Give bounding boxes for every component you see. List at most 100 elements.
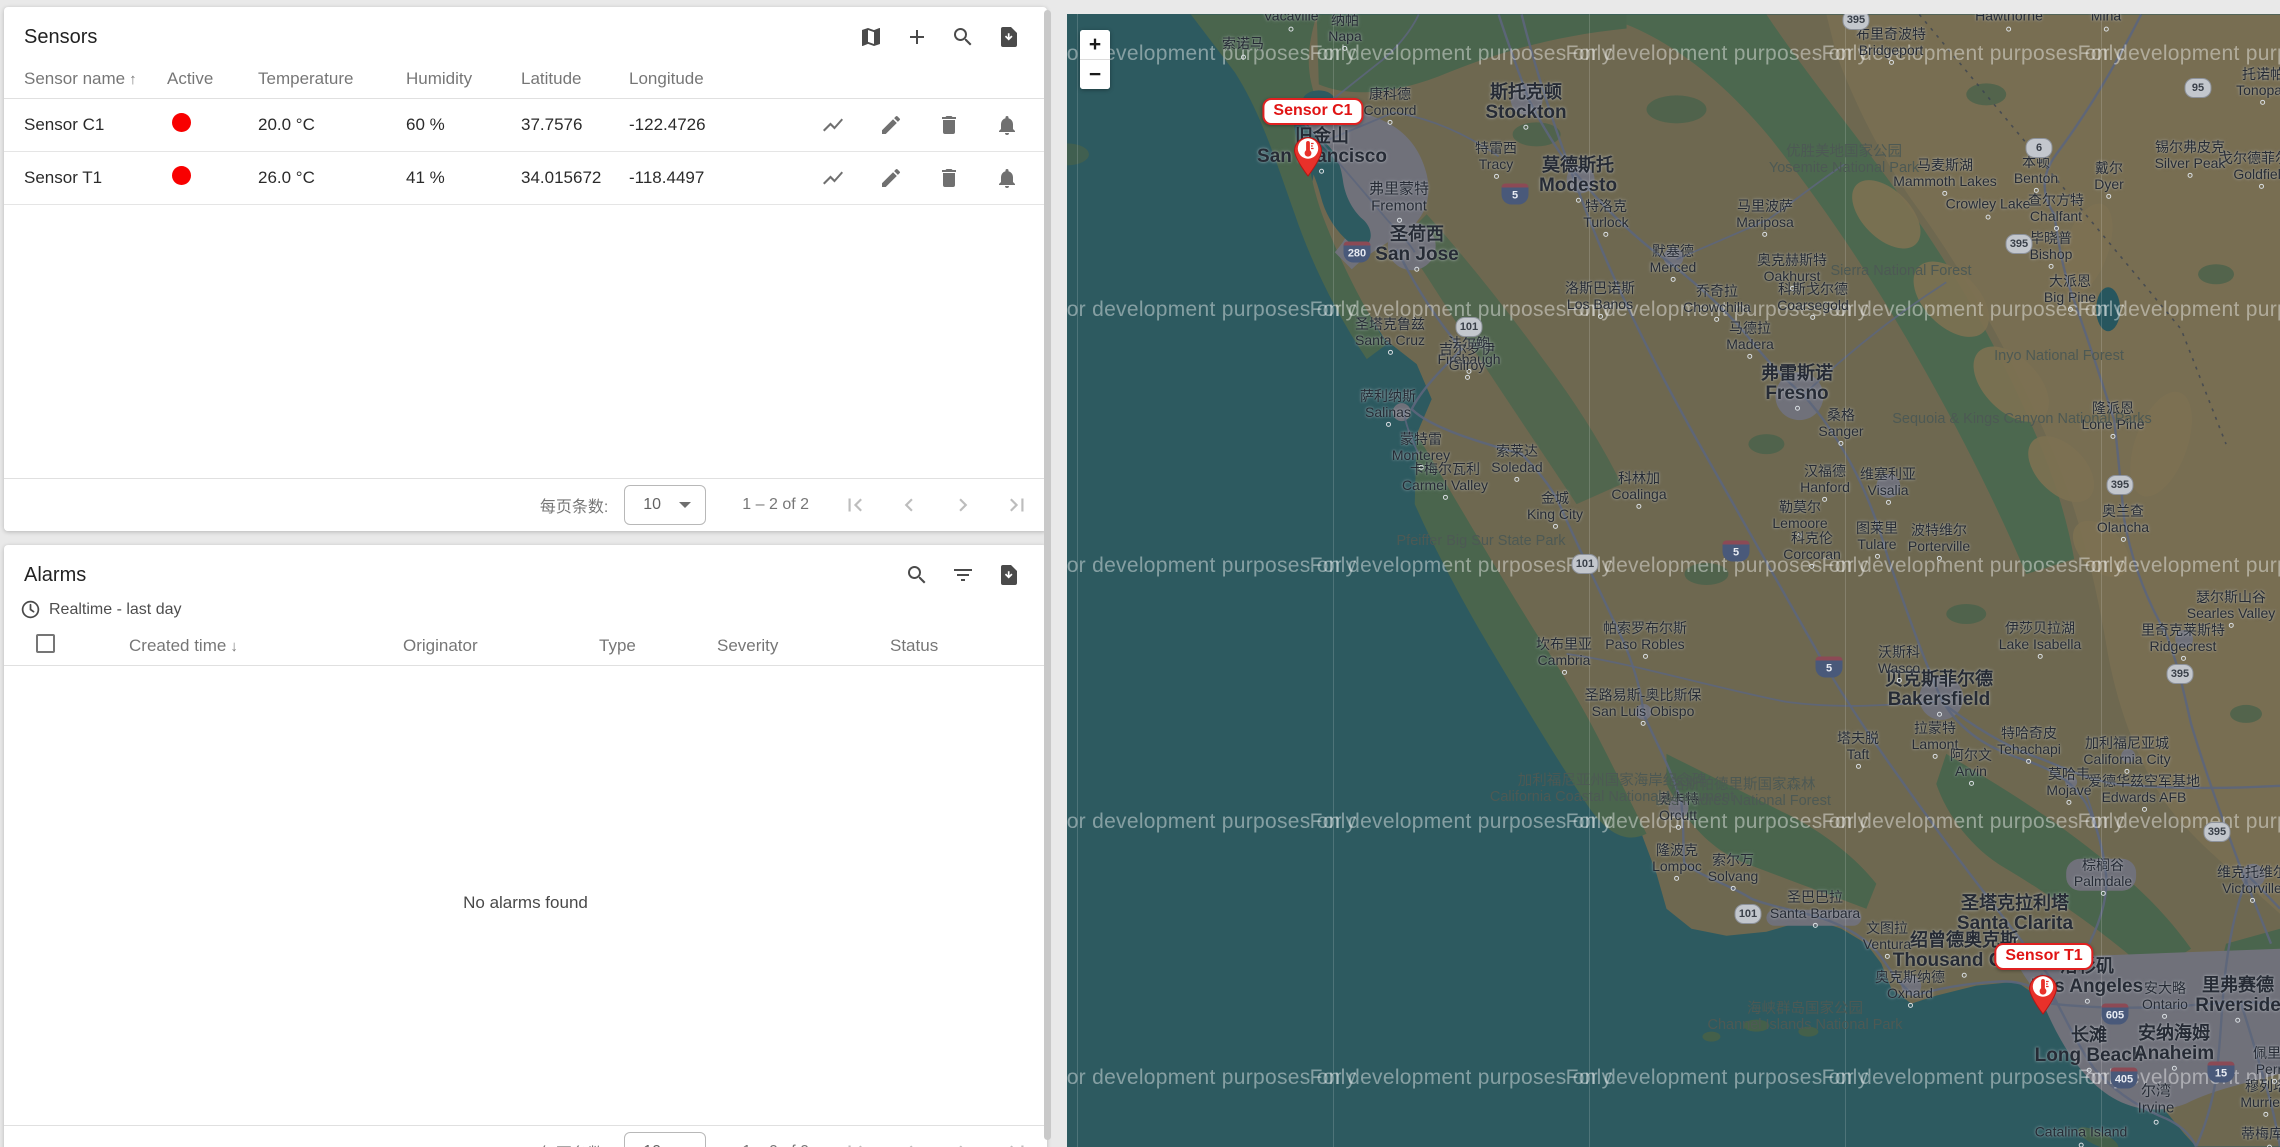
- map-city-label: 卡梅尔瓦利Carmel Valley: [1402, 462, 1488, 500]
- search-button[interactable]: [947, 21, 979, 53]
- map-city-label: 特哈奇皮Tehachapi: [1997, 726, 2061, 764]
- map-view-button[interactable]: [855, 21, 887, 53]
- map-city-label: 弗里蒙特Fremont: [1369, 182, 1429, 223]
- page-size-select[interactable]: 10: [624, 1132, 706, 1147]
- sensor-table-row[interactable]: Sensor T1 26.0 °C 41 % 34.015672 -118.44…: [4, 152, 1047, 205]
- alarms-toolbar: [901, 559, 1025, 591]
- column-header-longitude[interactable]: Longitude: [629, 69, 774, 89]
- sensor-marker-tooltip[interactable]: Sensor C1: [1262, 98, 1363, 125]
- us-route-shield-395: 395: [2107, 475, 2134, 495]
- marker-label: Sensor T1: [1994, 943, 2093, 970]
- map-city-label: 长滩Long Beach: [2035, 1025, 2144, 1073]
- dashboard-scrollbar[interactable]: [1044, 10, 1051, 1140]
- alarms-filter-button[interactable]: [947, 559, 979, 591]
- map-city-label: 纳帕Napa: [1328, 14, 1361, 51]
- map-city-label: 安纳海姆Anaheim: [2134, 1023, 2214, 1071]
- map-city-label: 锡尔弗皮克Silver Peak: [2155, 140, 2226, 178]
- map-park-label: 加利福尼亚州国家海岸纪念碑California Coastal National…: [1490, 773, 1734, 805]
- timeseries-chart-button[interactable]: [817, 109, 849, 141]
- time-window-selector[interactable]: Realtime - last day: [4, 597, 1047, 626]
- latitude-cell: 34.015672: [521, 168, 629, 188]
- zoom-out-button[interactable]: −: [1080, 60, 1110, 89]
- us-route-shield-6: 6: [2026, 138, 2053, 158]
- sensors-widget: Sensors Sensor name↑ Active Temperature …: [4, 7, 1047, 531]
- last-page-icon: [1004, 1139, 1030, 1147]
- next-page-button[interactable]: [947, 489, 979, 521]
- map-city-label: 文图拉Ventura: [1863, 921, 1911, 959]
- delete-button[interactable]: [933, 162, 965, 194]
- page-range-label: 1 – 2 of 2: [742, 496, 809, 514]
- map-city-label: 索诺马: [1222, 37, 1264, 60]
- column-header-type[interactable]: Type: [599, 636, 717, 656]
- column-header-originator[interactable]: Originator: [403, 636, 599, 656]
- column-header-sensor-name[interactable]: Sensor name↑: [4, 69, 167, 89]
- trash-icon: [937, 113, 961, 137]
- timeseries-chart-button[interactable]: [817, 162, 849, 194]
- map-city-label: Crowley Lake: [1946, 197, 2031, 220]
- select-all-checkbox[interactable]: [36, 634, 55, 653]
- map-city-label: 科斯戈尔德Coarsegold: [1777, 282, 1849, 320]
- delete-button[interactable]: [933, 109, 965, 141]
- alarms-export-button[interactable]: [993, 559, 1025, 591]
- sensor-marker-tooltip[interactable]: Sensor T1: [1994, 943, 2093, 970]
- map-city-label: 棕榈谷Palmdale: [2074, 858, 2132, 896]
- map-city-label: 莫德斯托Modesto: [1539, 155, 1617, 203]
- map-city-label: 坎布里亚Cambria: [1536, 637, 1592, 675]
- map-city-label: 乔奇拉Chowchilla: [1683, 284, 1751, 322]
- sensors-toolbar: [855, 21, 1025, 53]
- items-per-page-label: 每页条数:: [540, 1140, 608, 1147]
- export-button[interactable]: [993, 21, 1025, 53]
- map-city-label: 波特维尔Porterville: [1908, 523, 1970, 561]
- map-city-label: 弗雷斯诺Fresno: [1761, 363, 1833, 411]
- sensor-map-pin[interactable]: [1292, 133, 1324, 182]
- alarms-search-button[interactable]: [901, 559, 933, 591]
- column-header-created-time[interactable]: Created time↓: [129, 636, 403, 656]
- edit-button[interactable]: [875, 109, 907, 141]
- us-route-shield-395: 395: [2204, 822, 2231, 842]
- sort-asc-icon: ↑: [129, 71, 137, 88]
- items-per-page-label: 每页条数:: [540, 493, 608, 517]
- map-city-label: 戈尔德菲尔德Goldfield: [2219, 151, 2280, 189]
- map-city-label: 阿尔文Arvin: [1950, 748, 1992, 786]
- sensor-map-pin[interactable]: [2027, 971, 2059, 1020]
- export-file-icon: [997, 563, 1021, 587]
- first-page-button[interactable]: [839, 1136, 871, 1147]
- thermometer-pin-icon: [1292, 133, 1324, 177]
- map-city-label: Catalina Island: [2035, 1125, 2128, 1147]
- column-header-temperature[interactable]: Temperature: [258, 69, 406, 89]
- humidity-cell: 60 %: [406, 115, 521, 135]
- page-size-select[interactable]: 10: [624, 485, 706, 525]
- us-route-shield-395: 395: [2167, 664, 2194, 684]
- first-page-icon: [842, 1139, 868, 1147]
- map-canvas[interactable]: For development purposes onlyFor develop…: [1067, 14, 2280, 1147]
- column-header-status[interactable]: Status: [890, 636, 1047, 656]
- map-city-label: 戴尔Dyer: [2094, 161, 2124, 199]
- latitude-cell: 37.7576: [521, 115, 629, 135]
- alarm-bell-button[interactable]: [991, 109, 1023, 141]
- previous-page-button[interactable]: [893, 489, 925, 521]
- alarms-widget: Alarms Realtime - last day Created time↓…: [4, 545, 1047, 1147]
- column-header-latitude[interactable]: Latitude: [521, 69, 629, 89]
- add-entity-button[interactable]: [901, 21, 933, 53]
- last-page-button[interactable]: [1001, 1136, 1033, 1147]
- trash-icon: [937, 166, 961, 190]
- map-city-label: 索尔万Solvang: [1708, 853, 1759, 891]
- zoom-in-button[interactable]: +: [1080, 30, 1110, 59]
- last-page-button[interactable]: [1001, 489, 1033, 521]
- edit-button[interactable]: [875, 162, 907, 194]
- interstate-shield-5: 5: [1502, 184, 1529, 205]
- sensor-table-row[interactable]: Sensor C1 20.0 °C 60 % 37.7576 -122.4726: [4, 99, 1047, 152]
- previous-page-button[interactable]: [893, 1136, 925, 1147]
- map-city-label: 特雷西Tracy: [1475, 141, 1517, 179]
- column-header-humidity[interactable]: Humidity: [406, 69, 521, 89]
- map-city-label: 默塞德Merced: [1650, 244, 1697, 282]
- map-city-label: 莫哈韦Mojave: [2046, 767, 2091, 805]
- search-icon: [951, 25, 975, 49]
- first-page-button[interactable]: [839, 489, 871, 521]
- map-city-label: 托诺帕Tonopah: [2236, 67, 2280, 105]
- column-header-active[interactable]: Active: [167, 69, 258, 89]
- column-header-severity[interactable]: Severity: [717, 636, 890, 656]
- export-file-icon: [997, 25, 1021, 49]
- alarm-bell-button[interactable]: [991, 162, 1023, 194]
- next-page-button[interactable]: [947, 1136, 979, 1147]
